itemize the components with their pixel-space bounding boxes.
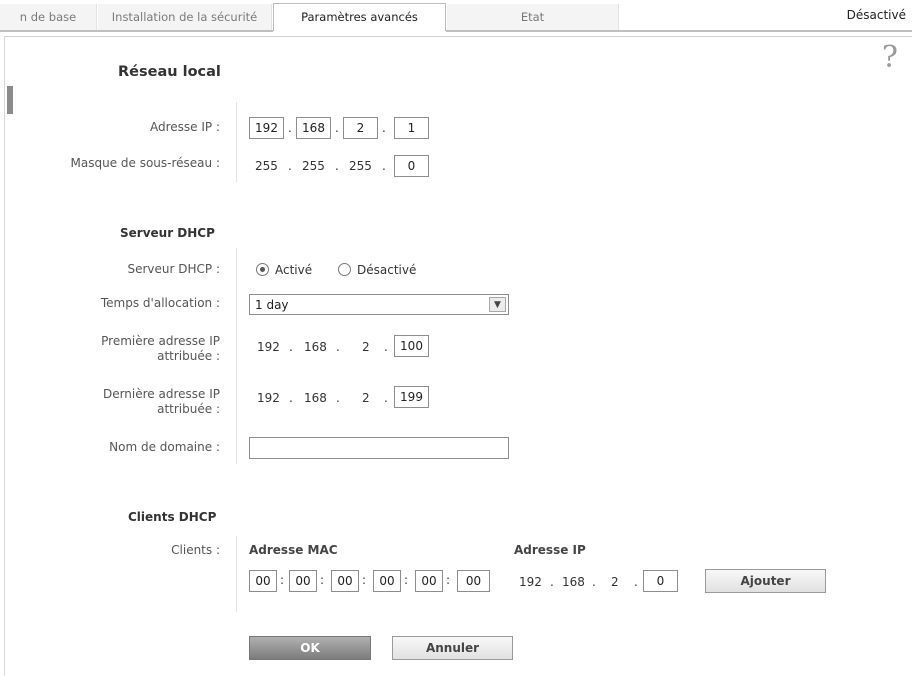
client-ip-octet-2: 168 [562,575,585,589]
help-icon[interactable]: ? [882,40,898,75]
domain-name-input[interactable] [249,437,509,459]
colon-separator: : [280,573,285,587]
ip-octet-3-input[interactable]: 2 [343,117,378,139]
ip-octet-2-input[interactable]: 168 [296,117,331,139]
last-ip-label-line2: attribuée : [157,402,220,416]
ip-octet-4-input[interactable]: 1 [394,117,429,139]
dhcp-server-label: Serveur DHCP : [127,262,220,276]
tab-advanced-settings[interactable]: Paramètres avancés [273,3,446,31]
client-ip-octet-1: 192 [519,575,542,589]
dot-separator: . [592,575,596,589]
tab-status[interactable]: Etat [447,4,619,30]
first-ip-label-line2: attribuée : [157,349,220,363]
chevron-down-icon[interactable]: ▼ [489,297,506,312]
last-ip-octet-2: 168 [304,391,327,405]
first-ip-octet-2: 168 [304,340,327,354]
dhcp-disabled-label: Désactivé [357,263,417,277]
first-ip-octet-4-input[interactable]: 100 [394,335,429,357]
tab-security-setup[interactable]: Installation de la sécurité [98,4,272,30]
clients-label: Clients : [171,543,220,557]
ok-button[interactable]: OK [249,636,371,660]
scroll-marker [7,86,13,114]
add-client-button[interactable]: Ajouter [705,569,826,593]
mask-octet-2: 255 [302,159,325,173]
first-ip-octet-3: 2 [362,340,370,354]
section-title-clients: Clients DHCP [128,510,217,524]
content-border [4,36,912,37]
first-ip-label: Première adresse IP attribuée : [101,334,220,364]
dhcp-enabled-radio[interactable] [256,263,269,276]
mac-octet-3-input[interactable]: 00 [331,570,359,592]
dot-separator: . [384,340,388,354]
last-ip-label: Dernière adresse IP attribuée : [103,387,220,417]
column-divider [236,102,237,182]
mac-octet-4-input[interactable]: 00 [373,570,401,592]
colon-separator: : [320,573,325,587]
dot-separator: . [336,340,340,354]
colon-separator: : [404,573,409,587]
dot-separator: . [634,575,638,589]
tab-basic-settings[interactable]: n de base [0,4,97,30]
domain-name-label: Nom de domaine : [109,440,220,454]
mac-octet-5-input[interactable]: 00 [415,570,443,592]
dot-separator: . [384,391,388,405]
tab-bar: n de base Installation de la sécurité Pa… [0,0,912,34]
client-ip-octet-4-input[interactable]: 0 [643,570,678,592]
dot-separator: . [336,391,340,405]
dot-separator: . [335,159,339,173]
lease-time-value: 1 day [255,298,289,312]
content-border [4,36,5,676]
lease-time-label: Temps d'allocation : [100,296,220,310]
dot-separator: . [382,159,386,173]
status-text: Désactivé [846,8,906,22]
column-divider [236,536,237,612]
cancel-button[interactable]: Annuler [392,636,513,660]
last-ip-octet-3: 2 [362,391,370,405]
last-ip-octet-1: 192 [257,391,280,405]
client-ip-octet-3: 2 [611,575,619,589]
mac-octet-6-input[interactable]: 00 [457,570,490,592]
dot-separator: . [289,391,293,405]
section-title-dhcp: Serveur DHCP [120,226,215,240]
mac-address-header: Adresse MAC [249,543,338,557]
dhcp-enabled-label: Activé [275,263,313,277]
ip-address-label: Adresse IP : [149,120,220,134]
dot-separator: . [289,340,293,354]
subnet-mask-label: Masque de sous-réseau : [70,156,220,170]
mac-octet-2-input[interactable]: 00 [289,570,317,592]
tab-divider [446,30,912,32]
ip-address-header: Adresse IP [514,543,586,557]
dot-separator: . [550,575,554,589]
mask-octet-4-input[interactable]: 0 [394,155,429,177]
colon-separator: : [446,573,451,587]
mask-octet-3: 255 [349,159,372,173]
section-title-lan: Réseau local [118,64,221,80]
dot-separator: . [382,121,386,135]
first-ip-label-line1: Première adresse IP [101,334,220,348]
dot-separator: . [288,121,292,135]
column-divider [236,248,237,464]
first-ip-octet-1: 192 [257,340,280,354]
colon-separator: : [362,573,367,587]
mac-octet-1-input[interactable]: 00 [249,570,277,592]
dhcp-disabled-radio[interactable] [338,263,351,276]
last-ip-octet-4-input[interactable]: 199 [394,386,429,408]
lease-time-select[interactable]: 1 day ▼ [249,294,509,315]
dot-separator: . [288,159,292,173]
dot-separator: . [335,121,339,135]
ip-octet-1-input[interactable]: 192 [249,117,284,139]
mask-octet-1: 255 [255,159,278,173]
tab-divider [0,30,273,32]
last-ip-label-line1: Dernière adresse IP [102,387,220,401]
